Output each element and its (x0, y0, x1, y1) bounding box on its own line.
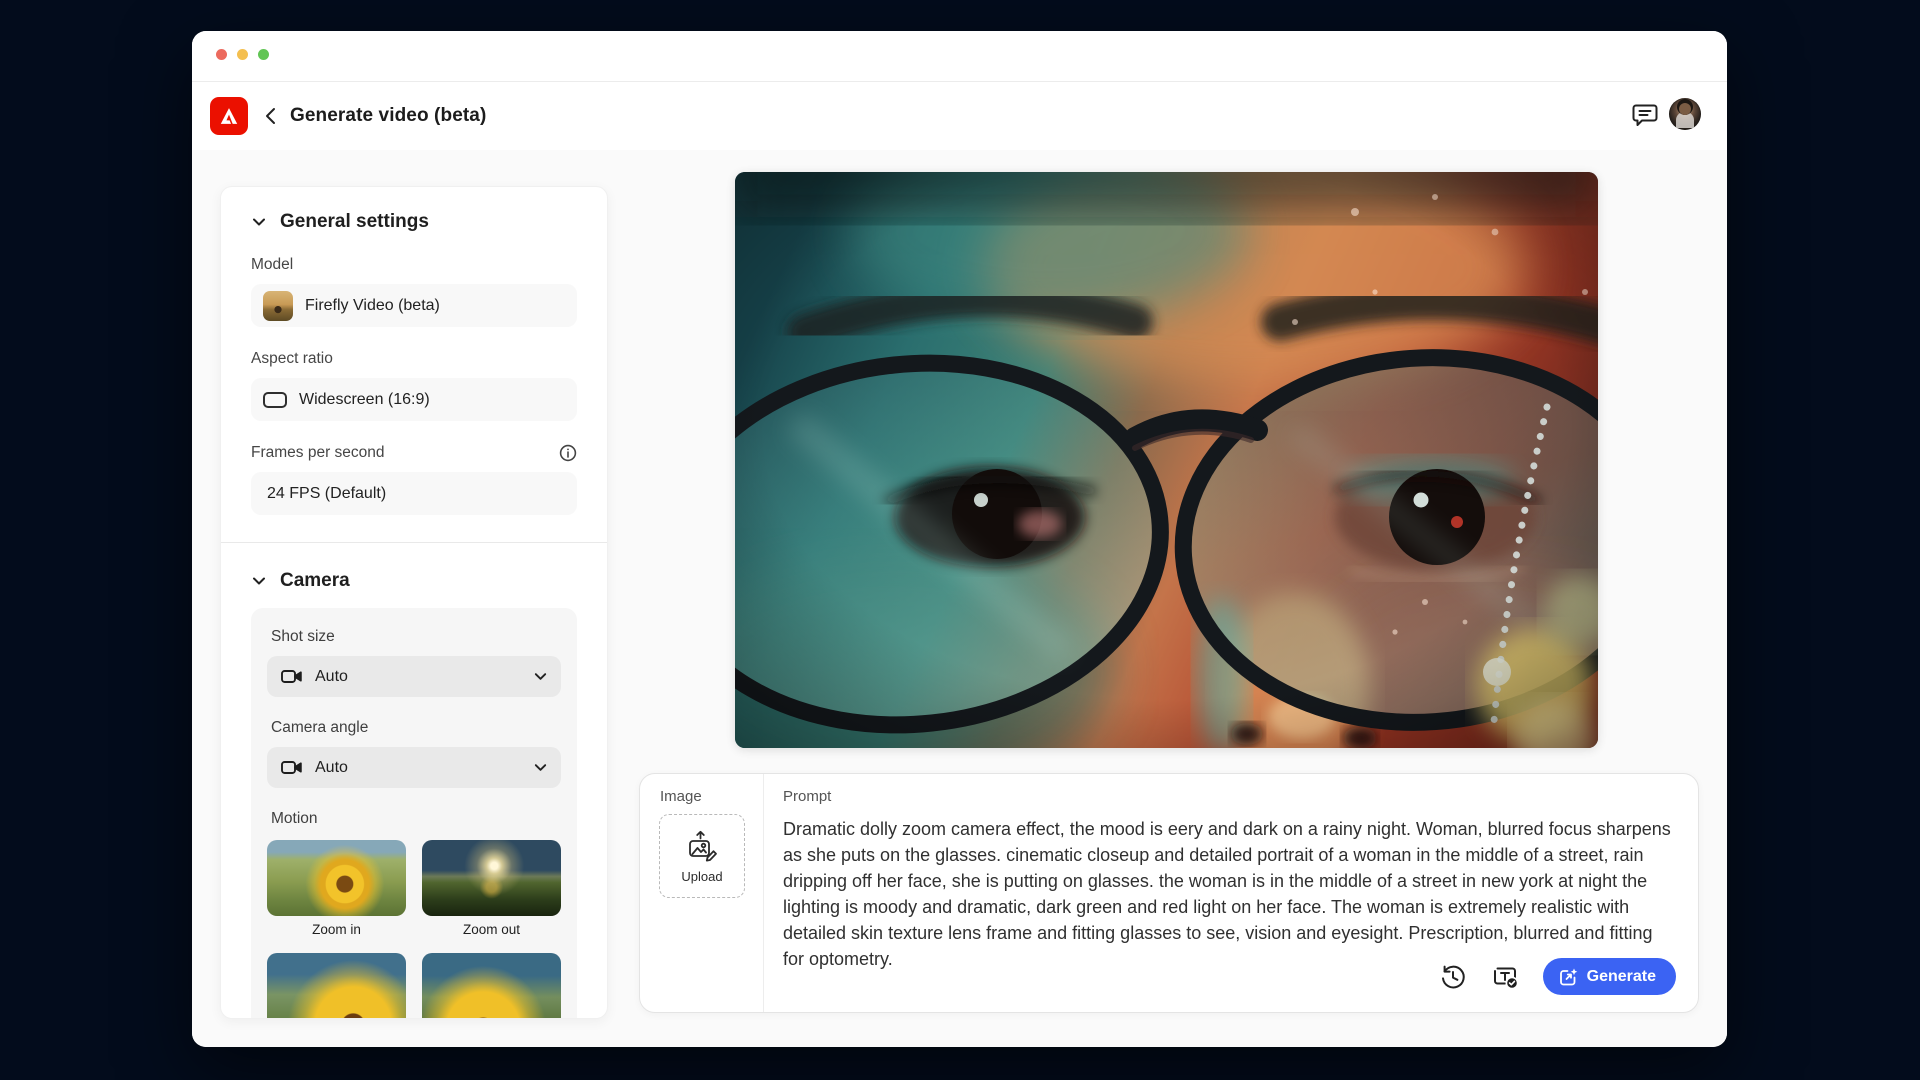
upload-image-icon (684, 829, 720, 865)
prompt-text-input[interactable]: Dramatic dolly zoom camera effect, the m… (783, 816, 1677, 972)
shot-size-select[interactable]: Auto (267, 656, 561, 697)
model-label: Model (251, 256, 577, 274)
user-avatar[interactable] (1669, 98, 1701, 130)
generate-label: Generate (1587, 968, 1656, 986)
model-field[interactable]: Firefly Video (beta) (251, 284, 577, 327)
camera-angle-label: Camera angle (271, 719, 561, 737)
generated-video-preview[interactable] (735, 172, 1598, 748)
motion-thumbnail (422, 953, 561, 1019)
motion-option-extra-1[interactable] (267, 953, 406, 1019)
aspect-ratio-field[interactable]: Widescreen (16:9) (251, 378, 577, 421)
video-camera-icon (280, 756, 303, 779)
camera-angle-select[interactable]: Auto (267, 747, 561, 788)
motion-label: Motion (271, 810, 561, 828)
shot-size-label: Shot size (271, 628, 561, 646)
camera-title: Camera (280, 570, 350, 592)
aspect-ratio-value: Widescreen (16:9) (299, 391, 430, 409)
image-label: Image (660, 788, 702, 805)
upload-label: Upload (681, 869, 722, 884)
app-window: Generate video (beta) General settings M… (192, 31, 1727, 1047)
minimize-window-button[interactable] (237, 49, 248, 60)
motion-option-extra-2[interactable] (422, 953, 561, 1019)
history-button[interactable] (1439, 963, 1467, 991)
camera-section-header[interactable]: Camera (251, 570, 577, 592)
motion-thumbnail (267, 953, 406, 1019)
settings-sidebar: General settings Model Firefly Video (be… (220, 186, 608, 1019)
back-button[interactable] (260, 105, 282, 127)
feedback-chat-icon[interactable] (1630, 100, 1660, 130)
chevron-down-icon (533, 669, 548, 684)
chevron-down-icon (533, 760, 548, 775)
zoom-out-thumbnail (422, 840, 561, 916)
composer-divider (763, 774, 764, 1012)
zoom-in-thumbnail (267, 840, 406, 916)
model-value: Firefly Video (beta) (305, 297, 440, 315)
zoom-window-button[interactable] (258, 49, 269, 60)
prompt-composer-card: Image Upload Prompt Dramatic dolly zoom … (639, 773, 1699, 1013)
info-icon[interactable] (559, 444, 577, 462)
general-settings-title: General settings (280, 211, 429, 233)
adobe-logo-icon[interactable] (210, 97, 248, 135)
aspect-ratio-label: Aspect ratio (251, 350, 577, 368)
section-divider (221, 542, 607, 543)
fps-field[interactable]: 24 FPS (Default) (251, 472, 577, 515)
text-check-button[interactable] (1491, 963, 1519, 991)
content-area: General settings Model Firefly Video (be… (192, 150, 1727, 1047)
image-upload-dropzone[interactable]: Upload (659, 814, 745, 898)
titlebar (192, 31, 1727, 82)
shot-size-value: Auto (315, 668, 348, 686)
app-header: Generate video (beta) (192, 83, 1727, 150)
motion-option-zoom-in[interactable]: Zoom in (267, 840, 406, 947)
generate-sparkle-icon (1558, 967, 1578, 987)
widescreen-icon (263, 392, 287, 408)
camera-settings-card: Shot size Auto Camera angle (251, 608, 577, 1019)
camera-angle-value: Auto (315, 759, 348, 777)
fps-value: 24 FPS (Default) (267, 485, 386, 503)
chevron-down-icon (251, 214, 267, 230)
prompt-label: Prompt (783, 788, 831, 805)
model-thumbnail (263, 291, 293, 321)
page-title: Generate video (beta) (290, 105, 486, 127)
video-camera-icon (280, 665, 303, 688)
fps-label-row: Frames per second (251, 444, 577, 462)
motion-option-zoom-out[interactable]: Zoom out (422, 840, 561, 947)
close-window-button[interactable] (216, 49, 227, 60)
general-settings-section-header[interactable]: General settings (251, 211, 577, 233)
generate-button[interactable]: Generate (1543, 958, 1676, 995)
chevron-down-icon (251, 573, 267, 589)
